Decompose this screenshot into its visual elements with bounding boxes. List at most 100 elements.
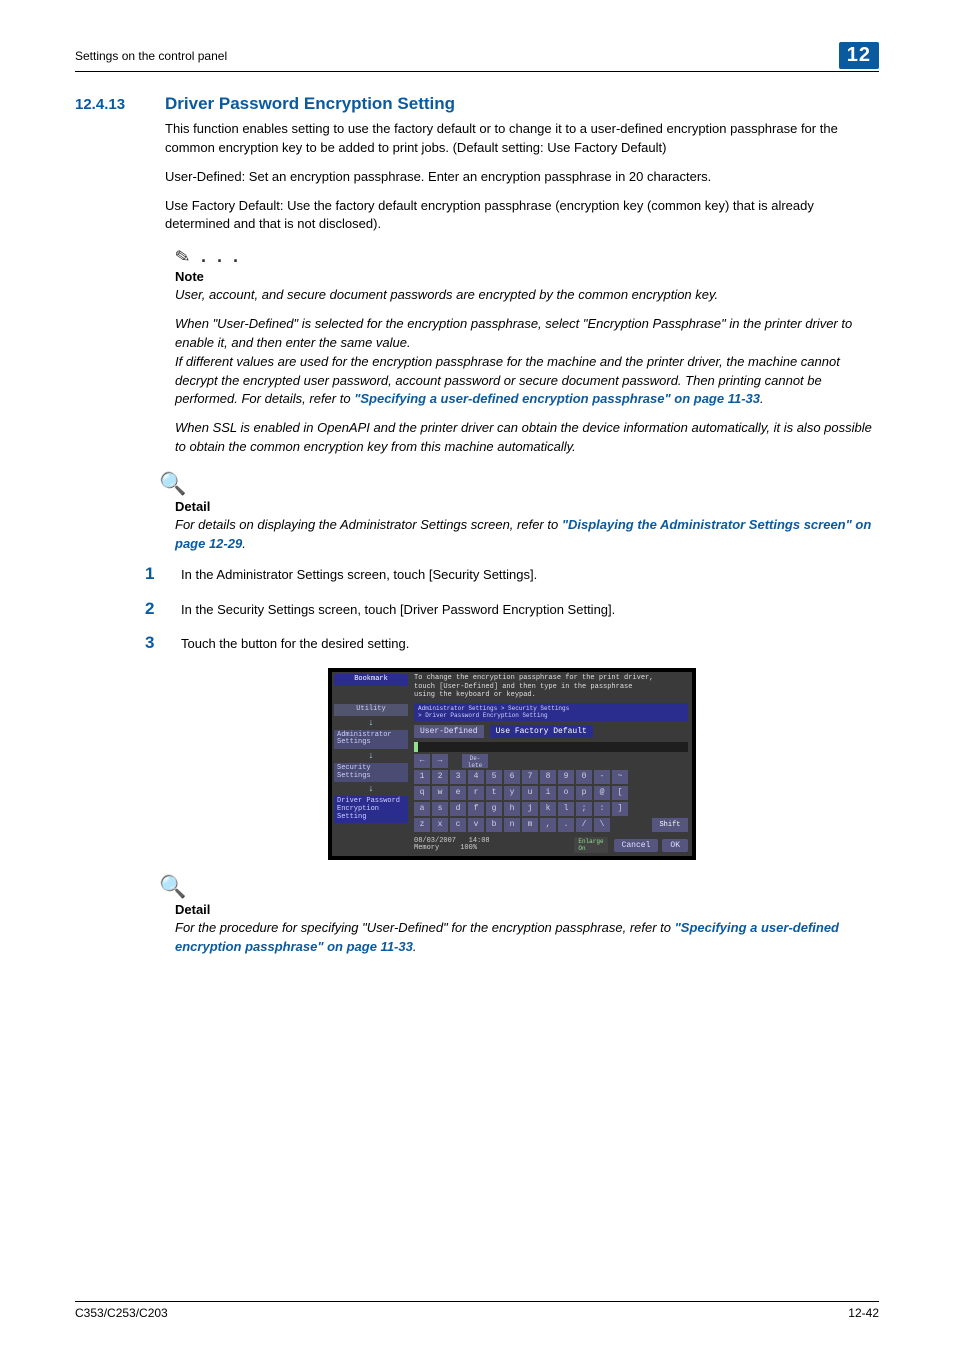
panel-memory-label: Memory — [414, 844, 439, 852]
keyboard-key[interactable]: q — [414, 786, 430, 800]
keyboard-key[interactable]: g — [486, 802, 502, 816]
panel-memory-value: 100% — [460, 844, 477, 852]
keyboard-key[interactable]: ] — [612, 802, 628, 816]
keyboard-key[interactable]: , — [540, 818, 556, 832]
keyboard-key[interactable]: o — [558, 786, 574, 800]
keyboard-key[interactable]: y — [504, 786, 520, 800]
section-title: Driver Password Encryption Setting — [165, 94, 455, 114]
arrow-left-key[interactable]: ← — [414, 754, 430, 768]
keyboard-key[interactable]: v — [468, 818, 484, 832]
keyboard-key[interactable]: - — [594, 770, 610, 784]
keyboard-key[interactable]: j — [522, 802, 538, 816]
keyboard-key[interactable]: 6 — [504, 770, 520, 784]
keyboard-key[interactable]: i — [540, 786, 556, 800]
keyboard-key[interactable]: ~ — [612, 770, 628, 784]
keyboard-key[interactable]: z — [414, 818, 430, 832]
keyboard-key[interactable]: 1 — [414, 770, 430, 784]
keyboard-key[interactable]: n — [504, 818, 520, 832]
keyboard-key[interactable]: m — [522, 818, 538, 832]
sidebar-item-admin-settings[interactable]: Administrator Settings — [334, 730, 408, 749]
step-number: 2 — [145, 599, 181, 619]
note-text: When "User-Defined" is selected for the … — [175, 315, 879, 409]
keyboard-key[interactable]: 0 — [576, 770, 592, 784]
keyboard-key[interactable]: x — [432, 818, 448, 832]
detail-text: For the procedure for specifying "User-D… — [175, 920, 675, 935]
sidebar-item-bookmark[interactable]: Bookmark — [334, 674, 408, 686]
delete-key[interactable]: De- lete — [462, 754, 488, 768]
note-text: When SSL is enabled in OpenAPI and the p… — [175, 419, 879, 457]
step-number: 3 — [145, 633, 181, 653]
keyboard-key[interactable]: s — [432, 802, 448, 816]
cross-reference-link[interactable]: "Specifying a user-defined encryption pa… — [354, 391, 760, 406]
ok-button[interactable]: OK — [662, 839, 688, 852]
keyboard-key[interactable]: w — [432, 786, 448, 800]
keyboard-key[interactable]: 4 — [468, 770, 484, 784]
magnifier-icon: 🔍 — [159, 471, 879, 497]
footer-page-number: 12-42 — [848, 1306, 879, 1320]
section-number: 12.4.13 — [75, 96, 165, 113]
keyboard-row: asdfghjkl;:] — [414, 802, 688, 816]
enlarge-indicator: Enlarge On — [574, 837, 607, 853]
keyboard-key[interactable]: b — [486, 818, 502, 832]
step-number: 1 — [145, 564, 181, 584]
control-panel-screenshot: Bookmark Utility ↓ Administrator Setting… — [328, 668, 696, 860]
keyboard-key[interactable]: ; — [576, 802, 592, 816]
detail-block: 🔍 Detail For details on displaying the A… — [175, 471, 879, 554]
keyboard-key[interactable]: r — [468, 786, 484, 800]
arrow-right-key[interactable]: → — [432, 754, 448, 768]
magnifier-icon: 🔍 — [159, 874, 879, 900]
sidebar-item-utility[interactable]: Utility — [334, 704, 408, 716]
keyboard-key[interactable]: @ — [594, 786, 610, 800]
keyboard-key[interactable]: d — [450, 802, 466, 816]
paragraph: Use Factory Default: Use the factory def… — [165, 197, 879, 235]
note-text: When "User-Defined" is selected for the … — [175, 316, 852, 350]
keyboard-row: qwertyuiop@[ — [414, 786, 688, 800]
keyboard-key[interactable]: 7 — [522, 770, 538, 784]
keyboard-key[interactable]: e — [450, 786, 466, 800]
keyboard-key[interactable]: 9 — [558, 770, 574, 784]
keyboard-key[interactable]: t — [486, 786, 502, 800]
note-block: ✎ . . . Note User, account, and secure d… — [175, 246, 879, 457]
keyboard-key[interactable]: 5 — [486, 770, 502, 784]
keyboard-key[interactable]: f — [468, 802, 484, 816]
sidebar-item-driver-password[interactable]: Driver Password Encryption Setting — [334, 796, 408, 823]
cancel-button[interactable]: Cancel — [614, 839, 659, 852]
keyboard-key[interactable]: p — [576, 786, 592, 800]
keyboard-key[interactable]: . — [558, 818, 574, 832]
keyboard-key[interactable]: 3 — [450, 770, 466, 784]
tab-user-defined[interactable]: User-Defined — [414, 725, 484, 738]
footer-model: C353/C253/C203 — [75, 1306, 848, 1320]
paragraph: User-Defined: Set an encryption passphra… — [165, 168, 879, 187]
breadcrumb: Settings on the control panel — [75, 49, 839, 63]
keyboard-key[interactable]: a — [414, 802, 430, 816]
panel-breadcrumb: Administrator Settings > Security Settin… — [414, 703, 688, 721]
detail-text: . — [413, 939, 417, 954]
keyboard-key[interactable]: k — [540, 802, 556, 816]
panel-instruction: To change the encryption passphrase for … — [410, 672, 692, 701]
keyboard-key[interactable]: [ — [612, 786, 628, 800]
chevron-down-icon: ↓ — [332, 784, 410, 794]
keyboard-key[interactable]: c — [450, 818, 466, 832]
keyboard-key[interactable]: h — [504, 802, 520, 816]
tab-use-factory-default[interactable]: Use Factory Default — [490, 725, 593, 738]
keyboard-row: zxcvbnm,./\ Shift — [414, 818, 688, 832]
chevron-down-icon: ↓ — [332, 718, 410, 728]
note-text: . — [760, 391, 764, 406]
detail-block: 🔍 Detail For the procedure for specifyin… — [175, 874, 879, 957]
passphrase-input[interactable] — [414, 742, 688, 752]
keyboard-key[interactable]: u — [522, 786, 538, 800]
chapter-badge: 12 — [839, 42, 879, 69]
keyboard-key[interactable]: \ — [594, 818, 610, 832]
keyboard-key[interactable]: 8 — [540, 770, 556, 784]
keyboard-key[interactable]: 2 — [432, 770, 448, 784]
step-text: In the Security Settings screen, touch [… — [181, 601, 879, 620]
pen-icon: ✎ — [173, 244, 200, 269]
sidebar-item-security-settings[interactable]: Security Settings — [334, 763, 408, 782]
keyboard-key[interactable]: : — [594, 802, 610, 816]
step-text: In the Administrator Settings screen, to… — [181, 566, 879, 585]
detail-text: For the procedure for specifying "User-D… — [175, 919, 879, 957]
keyboard-key[interactable]: l — [558, 802, 574, 816]
shift-key[interactable]: Shift — [652, 818, 688, 832]
dots-icon: . . . — [201, 246, 241, 267]
keyboard-key[interactable]: / — [576, 818, 592, 832]
